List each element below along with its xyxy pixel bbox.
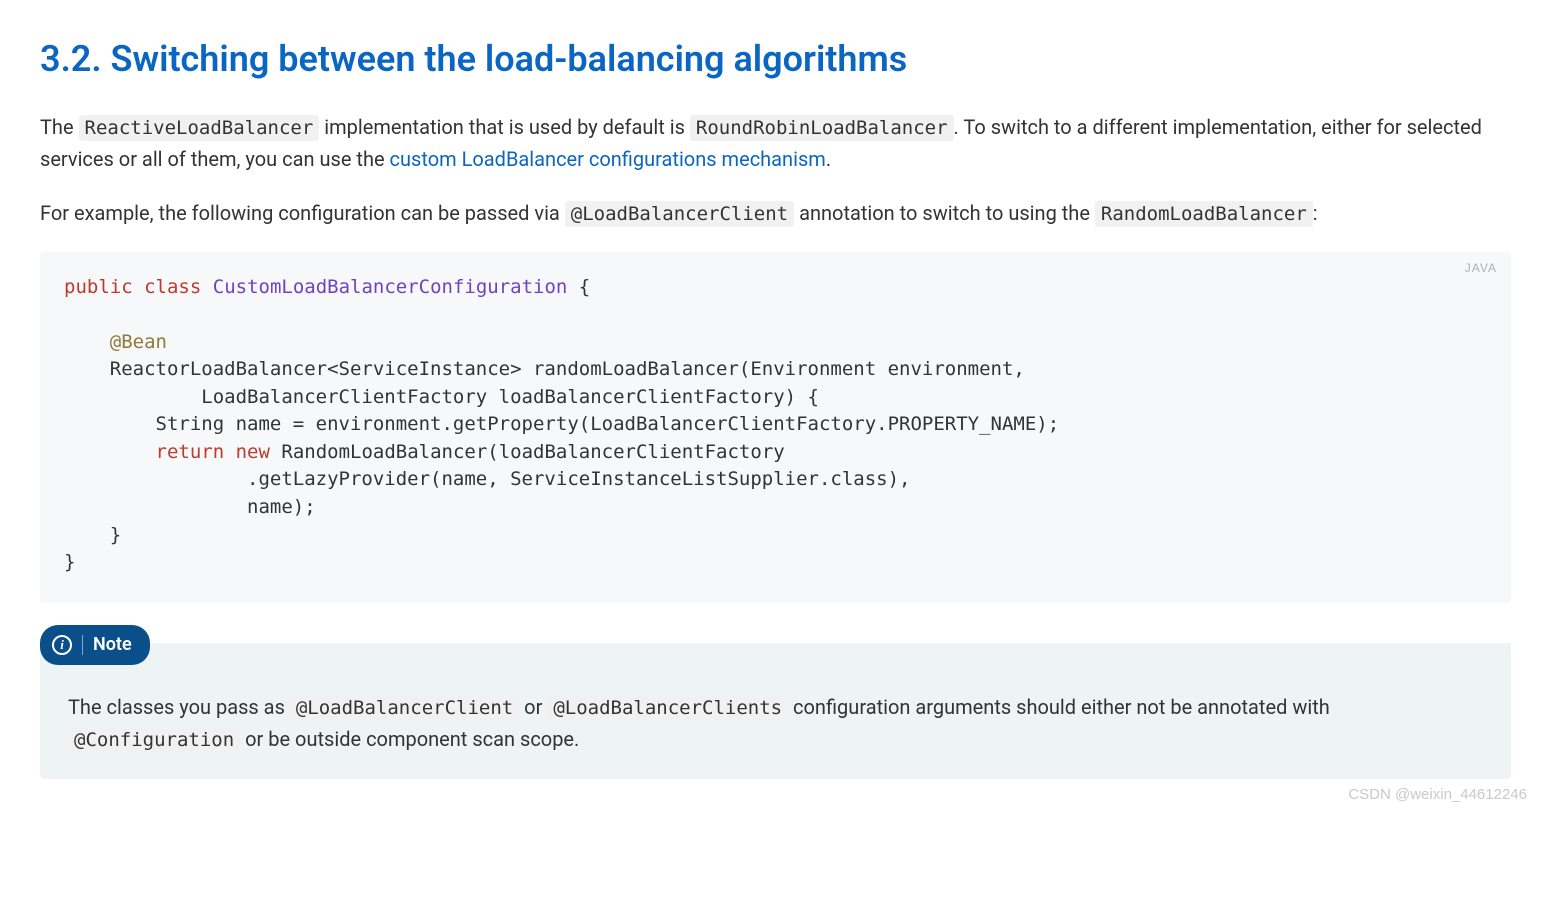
text: The classes you pass as bbox=[68, 695, 290, 719]
text bbox=[64, 331, 110, 353]
watermark: CSDN @weixin_44612246 bbox=[1348, 783, 1527, 807]
inline-code-reactive-lb: ReactiveLoadBalancer bbox=[79, 115, 320, 141]
paragraph-2: For example, the following configuration… bbox=[40, 197, 1511, 229]
text: RandomLoadBalancer(loadBalancerClientFac… bbox=[270, 441, 785, 463]
note-badge: i Note bbox=[40, 625, 150, 666]
text: name); bbox=[64, 496, 316, 518]
kw-class: class bbox=[144, 276, 201, 298]
text: or bbox=[519, 695, 547, 719]
badge-separator bbox=[82, 635, 83, 655]
text: configuration arguments should either no… bbox=[788, 695, 1330, 719]
section-heading: 3.2. Switching between the load-balancin… bbox=[40, 36, 1511, 83]
link-custom-lb-config[interactable]: custom LoadBalancer configurations mecha… bbox=[390, 147, 826, 171]
inline-code-configuration-ann: @Configuration bbox=[68, 727, 240, 753]
text: .getLazyProvider(name, ServiceInstanceLi… bbox=[64, 468, 910, 490]
text: { bbox=[567, 276, 590, 298]
text: : bbox=[1313, 201, 1318, 225]
annotation-bean: @Bean bbox=[110, 331, 167, 353]
note-box: i Note The classes you pass as @LoadBala… bbox=[40, 643, 1511, 780]
kw-return: return bbox=[156, 441, 225, 463]
inline-code-lb-clients-ann: @LoadBalancerClients bbox=[547, 695, 788, 721]
text: implementation that is used by default i… bbox=[319, 115, 690, 139]
code-lang-label: JAVA bbox=[1465, 260, 1497, 277]
text: LoadBalancerClientFactory loadBalancerCl… bbox=[64, 386, 819, 408]
text: The bbox=[40, 115, 79, 139]
text: ReactorLoadBalancer<ServiceInstance> ran… bbox=[64, 358, 1025, 380]
inline-code-lb-client: @LoadBalancerClient bbox=[565, 201, 794, 227]
text: . bbox=[826, 147, 831, 171]
text: String name = environment.getProperty(Lo… bbox=[64, 413, 1059, 435]
inline-code-random-lb: RandomLoadBalancer bbox=[1095, 201, 1313, 227]
text: } bbox=[64, 524, 121, 546]
info-icon: i bbox=[52, 635, 72, 655]
class-name: CustomLoadBalancerConfiguration bbox=[213, 276, 568, 298]
paragraph-1: The ReactiveLoadBalancer implementation … bbox=[40, 111, 1511, 175]
kw-new: new bbox=[236, 441, 270, 463]
inline-code-lb-client-ann: @LoadBalancerClient bbox=[290, 695, 519, 721]
text: For example, the following configuration… bbox=[40, 201, 565, 225]
text bbox=[64, 441, 156, 463]
note-label: Note bbox=[93, 631, 132, 660]
text: or be outside component scan scope. bbox=[240, 727, 579, 751]
code-block-java: JAVA public class CustomLoadBalancerConfi… bbox=[40, 252, 1511, 603]
text: annotation to switch to using the bbox=[794, 201, 1095, 225]
inline-code-roundrobin-lb: RoundRobinLoadBalancer bbox=[690, 115, 954, 141]
text: } bbox=[64, 551, 75, 573]
kw-public: public bbox=[64, 276, 133, 298]
